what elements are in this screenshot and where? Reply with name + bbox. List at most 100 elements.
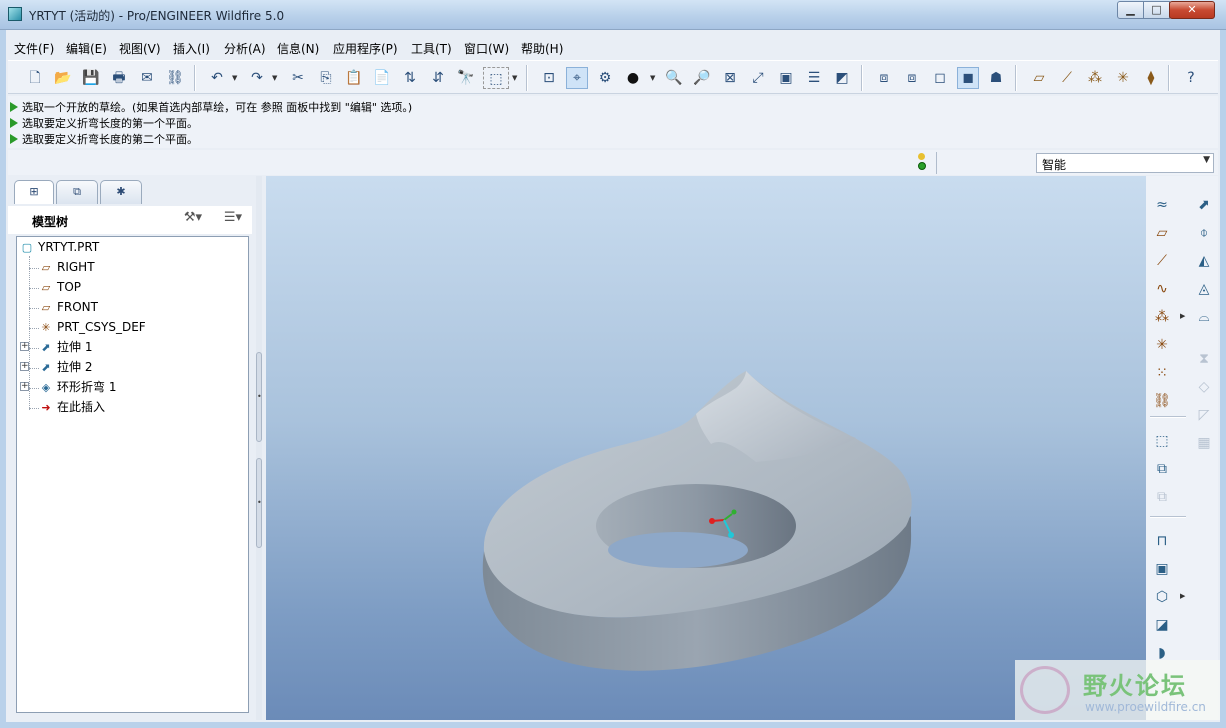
repaint-icon[interactable]: ⊡ <box>538 67 560 89</box>
datum-axes-display-icon[interactable]: ⟋ <box>1056 67 1078 89</box>
cut-icon[interactable]: ✂ <box>287 67 309 89</box>
annotation-display-icon[interactable]: ⧫ <box>1140 67 1162 89</box>
panel-splitter[interactable]: • • <box>256 176 262 720</box>
zoom-out-icon[interactable]: 🔎 <box>691 67 713 89</box>
selection-filter-select[interactable]: 智能 ▼ <box>1036 153 1214 173</box>
no-hidden-icon[interactable]: ◻ <box>929 67 951 89</box>
copy-icon[interactable]: ⎘ <box>315 67 337 89</box>
menu-file[interactable]: 文件(F) <box>14 40 54 57</box>
paste-special-icon[interactable]: 📄 <box>371 67 393 89</box>
redo-dropdown-icon[interactable]: ▼ <box>272 74 277 82</box>
menu-insert[interactable]: 插入(I) <box>173 40 210 57</box>
datum-point-tool-icon[interactable]: ⁂ <box>1150 306 1174 328</box>
layers-icon[interactable]: ☰ <box>803 67 825 89</box>
tab-folder-browser[interactable]: ⧉ <box>56 180 98 204</box>
menu-help[interactable]: 帮助(H) <box>521 40 563 57</box>
tree-node-extrude-2[interactable]: + ⬈ 拉伸 2 <box>20 358 92 376</box>
tree-settings-icon[interactable]: ⚒▾ <box>178 210 208 230</box>
close-button[interactable]: ✕ <box>1169 1 1215 19</box>
menu-analysis[interactable]: 分析(A) <box>224 40 266 57</box>
wireframe-icon[interactable]: ⧈ <box>873 67 895 89</box>
graphics-window[interactable] <box>266 176 1146 720</box>
send-mail-icon[interactable]: ✉ <box>136 67 158 89</box>
round-tool-icon[interactable]: ◪ <box>1150 614 1174 636</box>
datum-axis-tool-icon[interactable]: ⟋ <box>1150 250 1174 272</box>
menu-view[interactable]: 视图(V) <box>119 40 161 57</box>
tree-node-csys[interactable]: ✳ PRT_CSYS_DEF <box>38 318 145 336</box>
select-box-icon[interactable]: ⬚ <box>483 67 509 89</box>
tree-node-part[interactable]: ▢ YRTYT.PRT <box>19 238 99 256</box>
regenerate-icon[interactable]: ⇅ <box>399 67 421 89</box>
refit-icon[interactable]: ⊠ <box>719 67 741 89</box>
regen-manager-icon[interactable]: ⇵ <box>427 67 449 89</box>
boundary-blend-icon[interactable]: ◬ <box>1192 278 1216 300</box>
paste-icon[interactable]: 📋 <box>343 67 365 89</box>
rib-tool-icon[interactable]: ⊓ <box>1150 530 1174 552</box>
shading-icon[interactable]: ◼ <box>957 67 979 89</box>
tree-node-toroidal-bend[interactable]: + ◈ 环形折弯 1 <box>20 378 116 396</box>
tree-node-top[interactable]: ▱ TOP <box>38 278 81 296</box>
expand-icon[interactable]: + <box>20 342 29 351</box>
tree-node-insert-here[interactable]: ➜ 在此插入 <box>38 398 105 416</box>
filter-value: 智能 <box>1042 158 1067 172</box>
sketch-setup-icon[interactable]: ⧉ <box>1150 458 1174 480</box>
redo-icon[interactable]: ↷ <box>246 67 268 89</box>
tab-favorites[interactable]: ✱ <box>100 180 142 204</box>
enhanced-realism-icon[interactable]: ☗ <box>985 67 1007 89</box>
datum-curve-tool-icon[interactable]: ∿ <box>1150 278 1174 300</box>
variable-sweep-icon[interactable]: ◭ <box>1192 250 1216 272</box>
tree-node-extrude-1[interactable]: + ⬈ 拉伸 1 <box>20 338 92 356</box>
tree-show-icon[interactable]: ☰▾ <box>218 210 248 230</box>
tab-model-tree[interactable]: ⊞ <box>14 180 54 204</box>
find-icon[interactable]: 🔭 <box>455 67 477 89</box>
datum-point-dropdown-icon[interactable]: ▶ <box>1180 312 1185 320</box>
send-link-icon[interactable]: ⛓ <box>164 67 186 89</box>
message-text: 选取要定义折弯长度的第二个平面。 <box>22 133 198 146</box>
spin-center-icon[interactable]: ⌖ <box>566 67 588 89</box>
point-display-icon[interactable]: ⁂ <box>1084 67 1106 89</box>
print-icon[interactable]: 🖶 <box>108 67 130 89</box>
zoom-in-icon[interactable]: 🔍 <box>663 67 685 89</box>
undo-icon[interactable]: ↶ <box>206 67 228 89</box>
minimize-button[interactable]: ▁ <box>1117 1 1144 19</box>
menu-window[interactable]: 窗口(W) <box>464 40 509 57</box>
trim-icon: ◸ <box>1198 407 1210 423</box>
reorient-icon[interactable]: ⤢ <box>747 67 769 89</box>
maximize-button[interactable]: □ <box>1143 1 1170 19</box>
save-icon[interactable]: 💾 <box>80 67 102 89</box>
saved-views-icon[interactable]: ● <box>622 67 644 89</box>
analysis-feature-icon[interactable]: ⁙ <box>1150 362 1174 384</box>
context-help-icon[interactable]: ? <box>1180 67 1202 89</box>
open-icon[interactable]: 📂 <box>52 67 74 89</box>
new-icon[interactable]: 🗋 <box>24 67 46 89</box>
draft-tool-icon[interactable]: ⬡ <box>1150 586 1174 608</box>
draft-dropdown-icon[interactable]: ▶ <box>1180 592 1185 600</box>
expand-icon[interactable]: + <box>20 362 29 371</box>
datum-plane-tool-icon[interactable]: ▱ <box>1150 222 1174 244</box>
menu-applications[interactable]: 应用程序(P) <box>333 40 398 57</box>
tree-node-front[interactable]: ▱ FRONT <box>38 298 98 316</box>
datum-chain-icon[interactable]: ⛓ <box>1150 390 1174 412</box>
menu-tools[interactable]: 工具(T) <box>411 40 452 57</box>
hidden-line-icon[interactable]: ⧈ <box>901 67 923 89</box>
select-dropdown-icon[interactable]: ▼ <box>512 74 517 82</box>
shell-tool-icon[interactable]: ▣ <box>1150 558 1174 580</box>
sketched-datum-curve-icon[interactable]: ≈ <box>1150 194 1174 216</box>
view-manager-icon[interactable]: ▣ <box>775 67 797 89</box>
datum-planes-display-icon[interactable]: ▱ <box>1028 67 1050 89</box>
style-icon[interactable]: ⌓ <box>1192 306 1216 328</box>
extrude-tool-icon[interactable]: ⬈ <box>1192 194 1216 216</box>
undo-dropdown-icon[interactable]: ▼ <box>232 74 237 82</box>
orient-icon[interactable]: ⚙ <box>594 67 616 89</box>
chevron-down-icon[interactable]: ▼ <box>1203 155 1210 165</box>
menu-info[interactable]: 信息(N) <box>277 40 319 57</box>
expand-icon[interactable]: + <box>20 382 29 391</box>
tree-node-right[interactable]: ▱ RIGHT <box>38 258 95 276</box>
csys-display-icon[interactable]: ✳ <box>1112 67 1134 89</box>
revolve-tool-icon[interactable]: ⌽ <box>1192 222 1216 244</box>
sketch-tool-icon[interactable]: ⬚ <box>1150 430 1174 452</box>
saved-views-dropdown-icon[interactable]: ▼ <box>650 74 655 82</box>
appearance-icon[interactable]: ◩ <box>831 67 853 89</box>
menu-edit[interactable]: 编辑(E) <box>66 40 107 57</box>
csys-tool-icon[interactable]: ✳ <box>1150 334 1174 356</box>
